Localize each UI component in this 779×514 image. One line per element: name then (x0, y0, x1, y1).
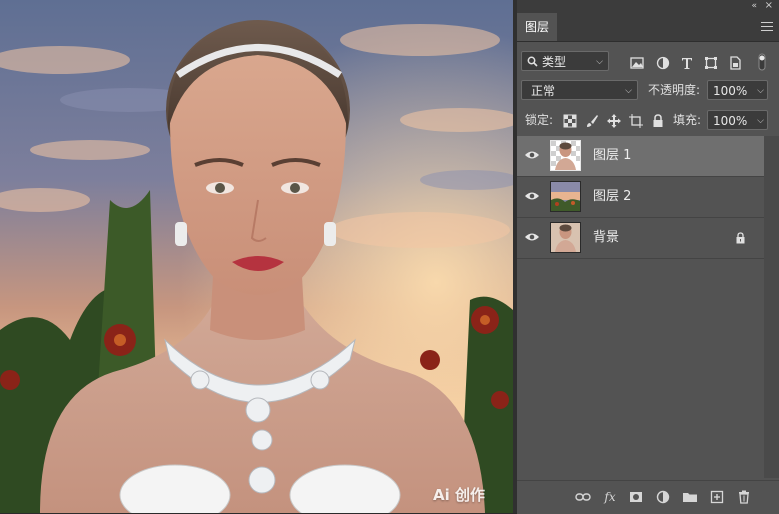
filter-row: 类型 ⌵ (517, 50, 779, 74)
watermark-text: Ai 创作 (433, 486, 485, 504)
add-mask-icon[interactable] (628, 489, 644, 505)
lock-artboard-icon[interactable] (628, 113, 644, 129)
layer-row-background[interactable]: 背景 (517, 218, 764, 259)
layers-scrollbar[interactable] (764, 136, 779, 478)
layers-bottom-toolbar: fx (517, 480, 779, 514)
lock-image-icon[interactable] (584, 113, 600, 129)
blend-mode-dropdown[interactable]: 正常 ⌵ (521, 80, 638, 100)
blend-mode-value: 正常 (531, 84, 556, 98)
lock-all-icon[interactable] (650, 113, 666, 129)
layer-row-layer2[interactable]: 图层 2 (517, 177, 764, 218)
shape-filter-icon[interactable] (703, 55, 719, 71)
delete-layer-icon[interactable] (736, 489, 752, 505)
chevron-down-icon: ⌵ (596, 57, 603, 67)
text-filter-icon[interactable] (679, 55, 695, 71)
link-layers-icon[interactable] (575, 489, 591, 505)
panel-tab-bar: 图层 (517, 13, 779, 42)
fill-value: 100% (713, 114, 748, 128)
image-filter-icon[interactable] (629, 55, 645, 71)
eye-icon[interactable] (524, 149, 540, 161)
chevron-down-icon[interactable]: ⌵ (757, 81, 764, 101)
eye-icon[interactable] (524, 231, 540, 243)
fill-input[interactable]: 100% ⌵ (707, 110, 768, 130)
layers-panel: « × 图层 类型 ⌵ 正常 ⌵ 不透明度: 100% ⌵ 锁定: 填充: 10… (517, 0, 779, 514)
filter-kind-dropdown[interactable]: 类型 ⌵ (521, 51, 609, 71)
layer-name[interactable]: 背景 (593, 218, 619, 258)
layer-thumbnail (550, 222, 581, 253)
close-panel-icon[interactable]: × (765, 0, 773, 12)
fill-label: 填充: (673, 113, 702, 127)
lock-row: 锁定: 填充: 100% ⌵ (517, 110, 779, 132)
new-group-icon[interactable] (682, 489, 698, 505)
layer-thumbnail (550, 181, 581, 212)
filter-toggle-icon[interactable] (757, 53, 767, 71)
panel-menu-icon[interactable] (761, 22, 773, 32)
opacity-value: 100% (713, 84, 748, 98)
new-layer-icon[interactable] (709, 489, 725, 505)
chevron-down-icon: ⌵ (625, 86, 632, 96)
lock-icon[interactable] (735, 232, 746, 244)
collapse-panel-icon[interactable]: « (751, 1, 757, 12)
layer-name[interactable]: 图层 1 (593, 136, 631, 176)
document-canvas[interactable]: Ai 创作 (0, 0, 513, 513)
lock-transparent-icon[interactable] (562, 113, 578, 129)
new-fill-adjustment-icon[interactable] (655, 489, 671, 505)
lock-label: 锁定: (525, 113, 554, 127)
tab-layers[interactable]: 图层 (517, 13, 557, 41)
opacity-label: 不透明度: (648, 83, 701, 97)
adjustment-filter-icon[interactable] (655, 55, 671, 71)
search-icon (527, 56, 538, 67)
lock-position-icon[interactable] (606, 113, 622, 129)
filter-kind-value: 类型 (542, 55, 567, 69)
smartobject-filter-icon[interactable] (727, 55, 743, 71)
photo-image (0, 0, 513, 513)
opacity-input[interactable]: 100% ⌵ (707, 80, 768, 100)
chevron-down-icon[interactable]: ⌵ (757, 111, 764, 131)
panel-title-bar: « × (517, 0, 779, 13)
fx-icon[interactable]: fx (602, 489, 618, 505)
layer-row-layer1[interactable]: 图层 1 (517, 136, 764, 177)
layer-thumbnail (550, 140, 581, 171)
layer-name[interactable]: 图层 2 (593, 177, 631, 217)
eye-icon[interactable] (524, 190, 540, 202)
layers-list: 图层 1 图层 2 背景 (517, 136, 764, 259)
blend-row: 正常 ⌵ 不透明度: 100% ⌵ (517, 80, 779, 102)
